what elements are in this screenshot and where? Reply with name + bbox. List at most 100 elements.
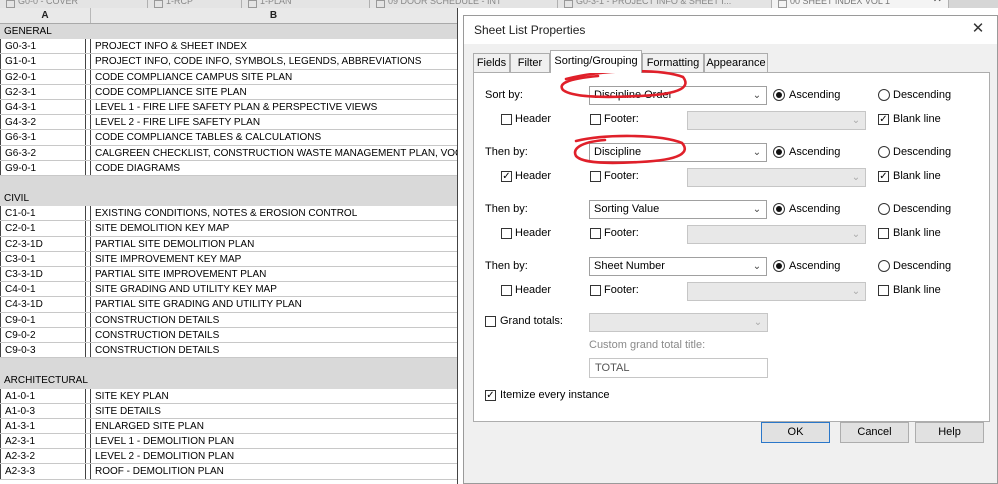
blank-line-checkbox[interactable] (878, 228, 889, 239)
sheet-number-cell[interactable]: A1-3-1 (0, 418, 86, 434)
sheet-name-cell[interactable]: ROOF - DEMOLITION PLAN (90, 464, 458, 479)
tab-appearance[interactable]: Appearance (704, 53, 768, 72)
ok-button[interactable]: OK (761, 422, 830, 443)
header-checkbox[interactable] (501, 285, 512, 296)
document-tab[interactable]: 09 DOOR SCHEDULE - INT (370, 0, 558, 8)
sheet-number-cell[interactable]: G4-3-2 (0, 115, 86, 130)
sheet-name-cell[interactable]: SITE KEY PLAN (90, 388, 458, 403)
grand-totals-dropdown[interactable]: ⌄ (589, 313, 768, 332)
footer-checkbox[interactable] (590, 228, 601, 239)
tab-sorting-grouping[interactable]: Sorting/Grouping (550, 50, 642, 73)
sheet-name-cell[interactable]: CONSTRUCTION DETAILS (90, 342, 458, 358)
descending-radio[interactable] (878, 203, 890, 215)
sheet-number-cell[interactable]: A2-3-1 (0, 434, 86, 449)
blank-line-checkbox[interactable]: ✓ (878, 171, 889, 182)
sheet-number-cell[interactable]: G2-0-1 (0, 69, 86, 84)
footer-checkbox[interactable] (590, 171, 601, 182)
sheet-name-cell[interactable]: CODE DIAGRAMS (90, 160, 458, 175)
sheet-name-cell[interactable]: CONSTRUCTION DETAILS (90, 312, 458, 327)
sheet-name-cell[interactable]: CODE COMPLIANCE SITE PLAN (90, 84, 458, 99)
sheet-number-cell[interactable]: G4-3-1 (0, 99, 86, 115)
group-header-label[interactable]: ARCHITECTURAL (0, 375, 88, 386)
sheet-name-cell[interactable]: LEVEL 2 - DEMOLITION PLAN (90, 449, 458, 464)
sheet-number-cell[interactable]: A1-0-3 (0, 403, 86, 418)
group-header-label[interactable]: GENERAL (0, 26, 52, 37)
ascending-radio[interactable] (773, 260, 785, 272)
ascending-radio[interactable] (773, 89, 785, 101)
document-tab[interactable]: 1-PLAN (242, 0, 370, 8)
header-checkbox[interactable] (501, 228, 512, 239)
descending-radio[interactable] (878, 260, 890, 272)
document-tab[interactable]: 00 SHEET INDEX VOL 1✕ (772, 0, 949, 8)
sheet-name-cell[interactable]: SITE DETAILS (90, 403, 458, 418)
sheet-name-cell[interactable]: CODE COMPLIANCE TABLES & CALCULATIONS (90, 130, 458, 145)
footer-checkbox[interactable] (590, 114, 601, 125)
dialog-titlebar[interactable]: Sheet List Properties ✕ (464, 16, 997, 44)
cancel-button[interactable]: Cancel (840, 422, 909, 443)
document-tab[interactable]: 1-RCP (148, 0, 242, 8)
close-icon[interactable]: ✕ (968, 19, 988, 39)
sheet-number-cell[interactable]: C1-0-1 (0, 206, 86, 221)
document-tab[interactable]: G0-0 - COVER (0, 0, 148, 8)
sheet-number-cell[interactable]: G1-0-1 (0, 54, 86, 69)
sort-field-dropdown[interactable]: Sorting Value ⌄ (589, 200, 767, 219)
sheet-number-cell[interactable]: C9-0-2 (0, 327, 86, 342)
sheet-name-cell[interactable]: PROJECT INFO & SHEET INDEX (90, 39, 458, 54)
sheet-number-cell[interactable]: G6-3-1 (0, 130, 86, 145)
sheet-number-cell[interactable]: C3-0-1 (0, 251, 86, 266)
tab-filter[interactable]: Filter (510, 53, 550, 72)
sheet-number-cell[interactable]: A1-0-1 (0, 388, 86, 403)
sheet-name-cell[interactable]: SITE GRADING AND UTILITY KEY MAP (90, 282, 458, 297)
sort-field-dropdown[interactable]: Discipline Order ⌄ (589, 86, 767, 105)
sheet-name-cell[interactable]: PROJECT INFO, CODE INFO, SYMBOLS, LEGEND… (90, 54, 458, 69)
ascending-radio[interactable] (773, 203, 785, 215)
sheet-number-cell[interactable]: C2-0-1 (0, 221, 86, 236)
document-tab[interactable]: G0-3-1 - PROJECT INFO & SHEET I... (558, 0, 772, 8)
header-checkbox[interactable] (501, 114, 512, 125)
footer-dropdown[interactable]: ⌄ (687, 282, 866, 301)
sheet-name-cell[interactable]: SITE DEMOLITION KEY MAP (90, 221, 458, 236)
sort-field-dropdown[interactable]: Discipline ⌄ (589, 143, 767, 162)
header-checkbox[interactable]: ✓ (501, 171, 512, 182)
sheet-name-cell[interactable]: LEVEL 2 - FIRE LIFE SAFETY PLAN (90, 115, 458, 130)
footer-checkbox[interactable] (590, 285, 601, 296)
sheet-name-cell[interactable]: PARTIAL SITE DEMOLITION PLAN (90, 236, 458, 251)
sheet-number-cell[interactable]: G6-3-2 (0, 145, 86, 160)
sheet-number-cell[interactable]: G9-0-1 (0, 160, 86, 175)
sheet-name-cell[interactable]: LEVEL 1 - DEMOLITION PLAN (90, 434, 458, 449)
ascending-radio[interactable] (773, 146, 785, 158)
column-a-header[interactable]: A (0, 8, 91, 23)
sheet-name-cell[interactable]: CALGREEN CHECKLIST, CONSTRUCTION WASTE M… (90, 145, 458, 160)
sheet-name-cell[interactable]: ENLARGED SITE PLAN (90, 418, 458, 434)
tab-fields[interactable]: Fields (473, 53, 510, 72)
sheet-number-cell[interactable]: C4-0-1 (0, 282, 86, 297)
sheet-name-cell[interactable]: PARTIAL SITE IMPROVEMENT PLAN (90, 267, 458, 282)
sort-field-dropdown[interactable]: Sheet Number ⌄ (589, 257, 767, 276)
help-button[interactable]: Help (915, 422, 984, 443)
blank-line-checkbox[interactable] (878, 285, 889, 296)
sheet-name-cell[interactable]: SITE IMPROVEMENT KEY MAP (90, 251, 458, 266)
sheet-name-cell[interactable]: CONSTRUCTION DETAILS (90, 327, 458, 342)
descending-radio[interactable] (878, 89, 890, 101)
custom-grand-total-title-input[interactable]: TOTAL (589, 358, 768, 378)
sheet-name-cell[interactable]: LEVEL 1 - FIRE LIFE SAFETY PLAN & PERSPE… (90, 99, 458, 115)
sheet-number-cell[interactable]: G2-3-1 (0, 84, 86, 99)
sheet-number-cell[interactable]: C3-3-1D (0, 267, 86, 282)
sheet-number-cell[interactable]: C9-0-3 (0, 342, 86, 358)
itemize-every-instance-checkbox[interactable]: ✓ (485, 390, 496, 401)
footer-dropdown[interactable]: ⌄ (687, 225, 866, 244)
sheet-name-cell[interactable]: PARTIAL SITE GRADING AND UTILITY PLAN (90, 297, 458, 312)
footer-dropdown[interactable]: ⌄ (687, 168, 866, 187)
column-b-header[interactable]: B (90, 8, 458, 23)
sheet-name-cell[interactable]: CODE COMPLIANCE CAMPUS SITE PLAN (90, 69, 458, 84)
sheet-number-cell[interactable]: C2-3-1D (0, 236, 86, 251)
descending-radio[interactable] (878, 146, 890, 158)
sheet-number-cell[interactable]: C9-0-1 (0, 312, 86, 327)
sheet-number-cell[interactable]: C4-3-1D (0, 297, 86, 312)
sheet-number-cell[interactable]: A2-3-3 (0, 464, 86, 479)
footer-dropdown[interactable]: ⌄ (687, 111, 866, 130)
sheet-name-cell[interactable]: EXISTING CONDITIONS, NOTES & EROSION CON… (90, 206, 458, 221)
blank-line-checkbox[interactable]: ✓ (878, 114, 889, 125)
grand-totals-checkbox[interactable] (485, 316, 496, 327)
sheet-number-cell[interactable]: G0-3-1 (0, 39, 86, 54)
